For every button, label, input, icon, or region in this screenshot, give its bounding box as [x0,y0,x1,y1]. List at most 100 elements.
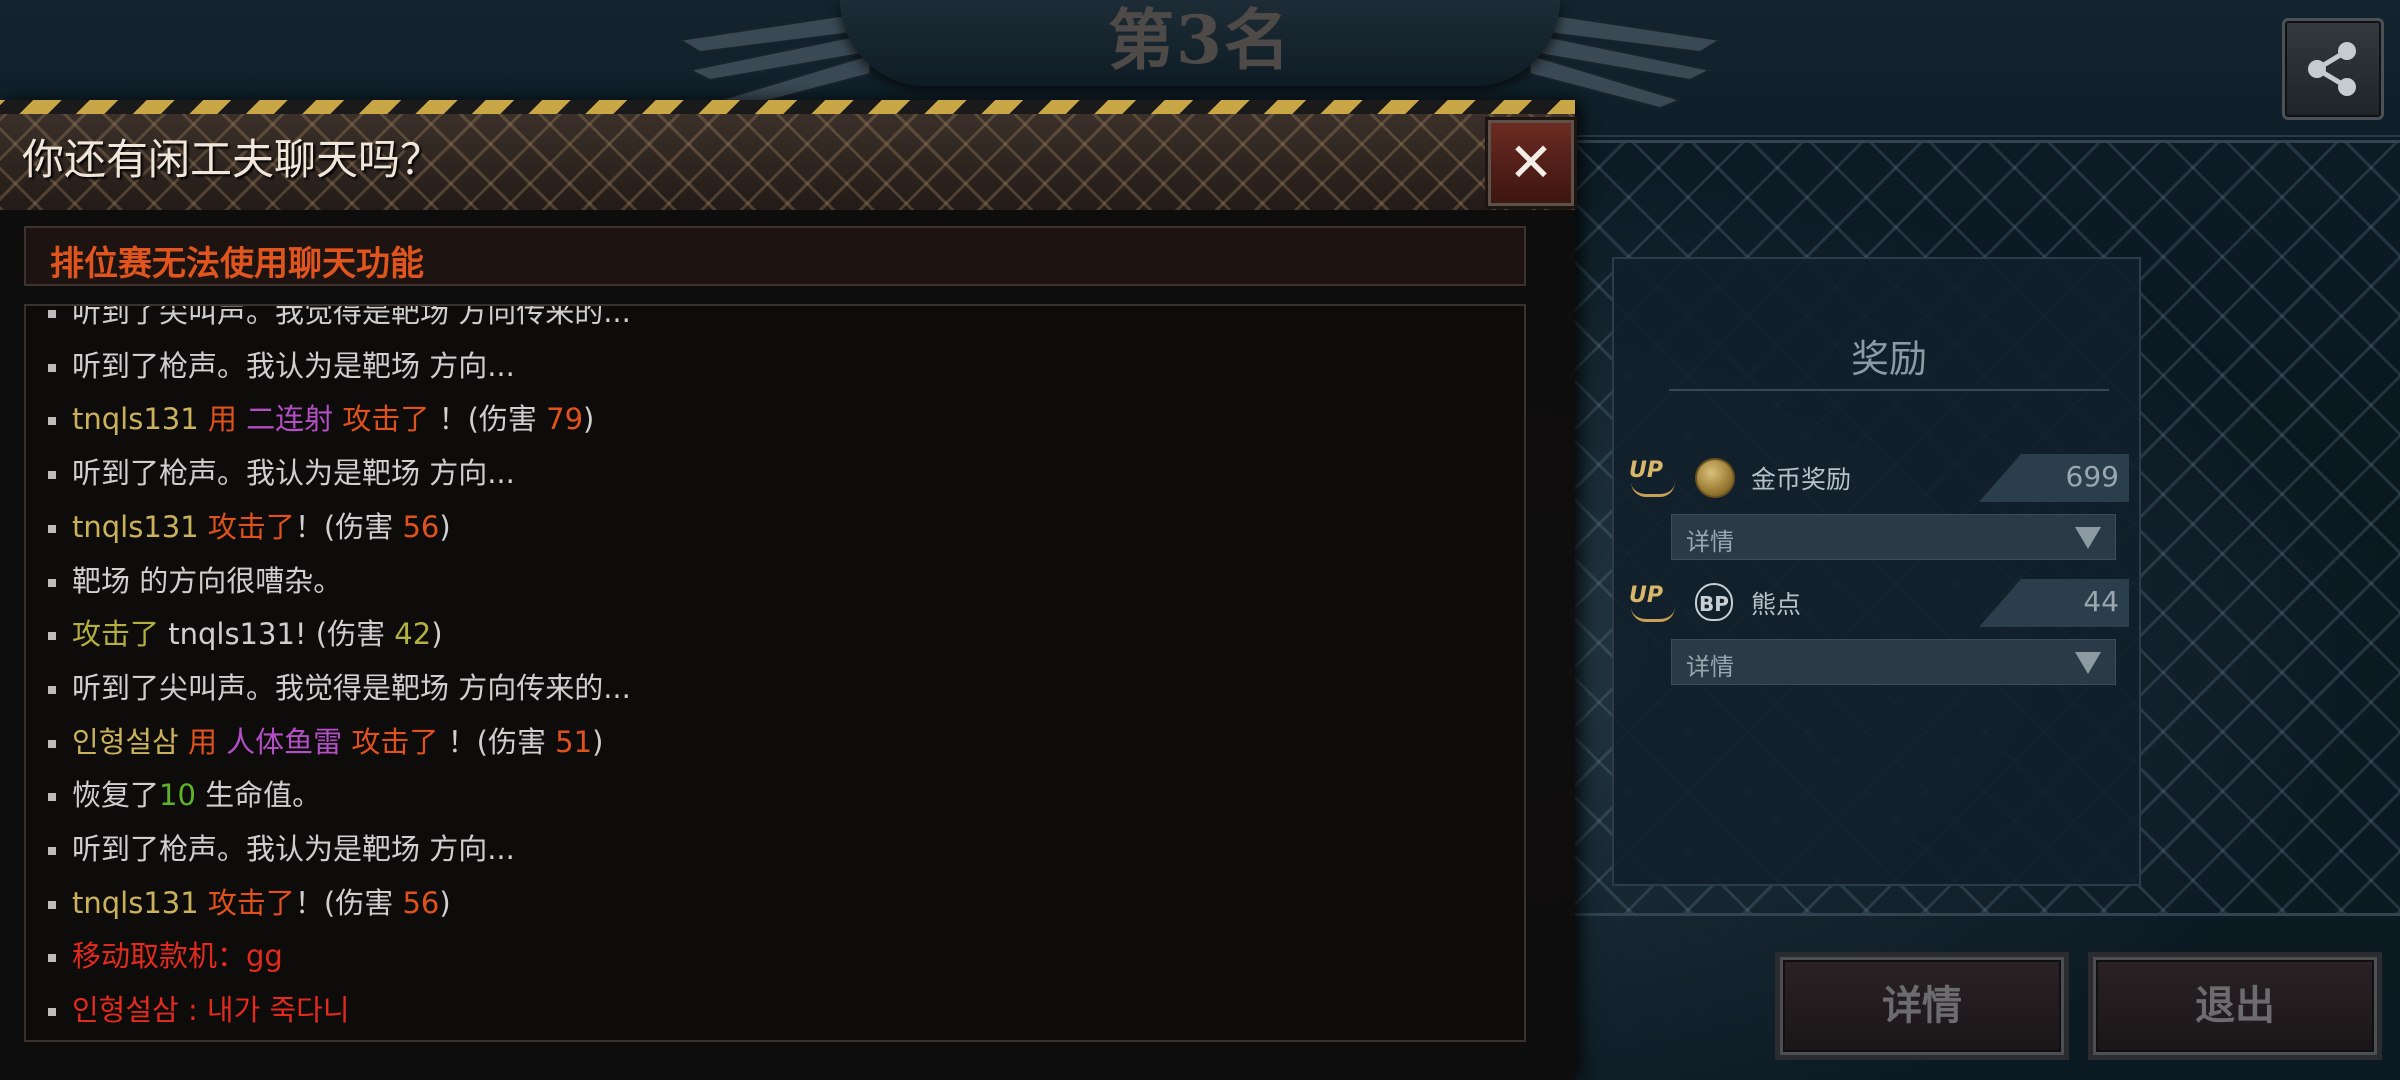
chat-title: 你还有闲工夫聊天吗？ [22,135,443,184]
bullet-icon [48,524,56,533]
chat-segment: 攻击了 [333,402,430,437]
up-badge-icon: UP [1629,583,1679,622]
chat-segment: 人体鱼雷 [226,724,343,759]
chat-segment: 攻击了 [198,509,295,544]
coin-icon [1695,458,1735,498]
chat-message: 听到了枪声。我认为是靶场 方向... [48,342,515,390]
reward-value: 699 [2065,460,2119,493]
chat-message: 인형설삼 用 人体鱼雷 攻击了 ！(伤害 51) [48,718,603,766]
bullet-icon [48,739,56,748]
reward-label: 熊点 [1751,590,1802,619]
reward-panel: 奖励 UP 金币奖励 699 详情 UP BP 熊点 44 详情 [1612,257,2141,886]
reward-value-box: 699 [1979,454,2129,502]
chat-segment: ！(伤害 [294,509,403,544]
exit-button[interactable]: 退出 [2093,957,2377,1055]
reward-row-gold: UP 金币奖励 699 [1629,454,2129,504]
bullet-icon [48,793,56,802]
chat-segment: 攻击了 [342,724,439,759]
chat-segment: tnqls131 [72,402,199,437]
reward-title: 奖励 [1669,329,2109,391]
chat-segment: 恢复了 [72,778,160,813]
chat-segment: 56 [402,509,440,544]
rank-title: 第3名 [1108,1,1292,79]
chat-notice: 排位赛无法使用聊天功能 [24,226,1526,286]
chat-message: 攻击了 tnqls131! (伤害 42) [48,610,443,658]
chat-header: 你还有闲工夫聊天吗？ ✕ [0,114,1575,210]
bullet-icon [48,417,56,426]
chat-segment: 二连射 [246,402,334,437]
chat-segment: 移动取款机：gg [72,939,283,974]
bullet-icon [48,578,56,587]
chat-segment: ) [583,402,595,437]
reward-label: 金币奖励 [1751,465,1852,494]
chat-segment: ！(伤害 [429,402,547,437]
chat-segment: ) [439,509,451,544]
chat-segment: 51 [555,724,593,759]
reward-value-box: 44 [1979,579,2129,627]
chat-segment: 42 [394,617,432,652]
chat-segment: 攻击了 [72,617,160,652]
chat-segment: 인형설삼 [72,724,179,759]
chat-segment: 10 [159,778,196,813]
close-icon: ✕ [1508,131,1554,194]
chat-segment: ！(伤害 [294,885,403,920]
chevron-down-icon [2075,527,2101,549]
chat-message: 恢复了10 生命值。 [48,771,321,819]
up-badge-icon: UP [1629,458,1679,497]
reward-value: 44 [2083,585,2119,618]
chat-message: 靶场 的方向很嘈杂。 [48,557,342,605]
share-button[interactable] [2282,18,2384,120]
dropdown-label: 详情 [1686,528,1734,556]
chat-segment: ) [431,617,443,652]
chat-message: tnqls131 用 二连射 攻击了 ！(伤害 79) [48,395,594,443]
chat-segment: 靶场 的方向很嘈杂。 [72,563,343,598]
chat-message: 인형설삼 : 내가 죽다니 [48,986,350,1034]
chat-message: 听到了枪声。我认为是靶场 方向... [48,825,515,873]
chat-segment: tnqls131! (伤害 [159,617,395,652]
chat-segment: 用 [198,402,247,437]
chat-segment: 79 [546,402,584,437]
chat-segment: 인형설삼 : 내가 죽다니 [72,993,350,1028]
chat-segment: 听到了尖叫声。我觉得是靶场 方向传来的... [72,304,631,329]
chat-segment: 听到了枪声。我认为是靶场 方向... [72,456,515,491]
chat-segment: 听到了尖叫声。我觉得是靶场 方向传来的... [72,670,631,705]
chat-segment: ！(伤害 [438,724,556,759]
bullet-icon [48,847,56,855]
chat-segment: 生命值。 [195,778,322,813]
hazard-stripe [0,100,1575,114]
bear-points-detail-dropdown[interactable]: 详情 [1671,639,2116,685]
chat-message: 移动取款机：gg [48,932,283,980]
close-button[interactable]: ✕ [1488,120,1574,206]
bear-point-icon: BP [1695,583,1733,621]
reward-row-bear-points: UP BP 熊点 44 [1629,579,2129,629]
bullet-icon [48,685,56,694]
chat-message: 听到了尖叫声。我觉得是靶场 方向传来的... [48,304,631,336]
bullet-icon [48,310,56,318]
chat-message: tnqls131 攻击了！(伤害 56) [48,503,451,551]
bullet-icon [48,900,56,909]
bullet-icon [48,1008,56,1017]
chat-notice-text: 排位赛无法使用聊天功能 [50,244,424,284]
chat-segment: tnqls131 [72,509,199,544]
dropdown-label: 详情 [1686,653,1734,681]
bullet-icon [48,954,56,963]
chat-segment: ) [439,885,451,920]
chat-message: 听到了枪声。我认为是靶场 方向... [48,449,515,497]
chat-segment: 56 [402,885,440,920]
chat-window: 你还有闲工夫聊天吗？ ✕ 排位赛无法使用聊天功能 听到了尖叫声。我觉得是靶场 方… [0,100,1575,1080]
share-icon [2308,42,2356,96]
chat-segment: tnqls131 [72,885,199,920]
chat-segment: ) [592,724,604,759]
bullet-icon [48,363,56,372]
chevron-down-icon [2075,652,2101,674]
gold-detail-dropdown[interactable]: 详情 [1671,514,2116,560]
chat-log[interactable]: 听到了尖叫声。我觉得是靶场 方向传来的... 听到了枪声。我认为是靶场 方向...… [24,304,1526,1042]
chat-message: 听到了尖叫声。我觉得是靶场 方向传来的... [48,664,631,712]
chat-segment: 听到了枪声。我认为是靶场 方向... [72,832,515,866]
detail-button[interactable]: 详情 [1780,957,2064,1055]
chat-message: tnqls131 攻击了！(伤害 56) [48,879,451,927]
bullet-icon [48,632,56,641]
chat-segment: 听到了枪声。我认为是靶场 方向... [72,348,515,383]
bullet-icon [48,471,56,480]
chat-segment: 用 [178,724,227,759]
